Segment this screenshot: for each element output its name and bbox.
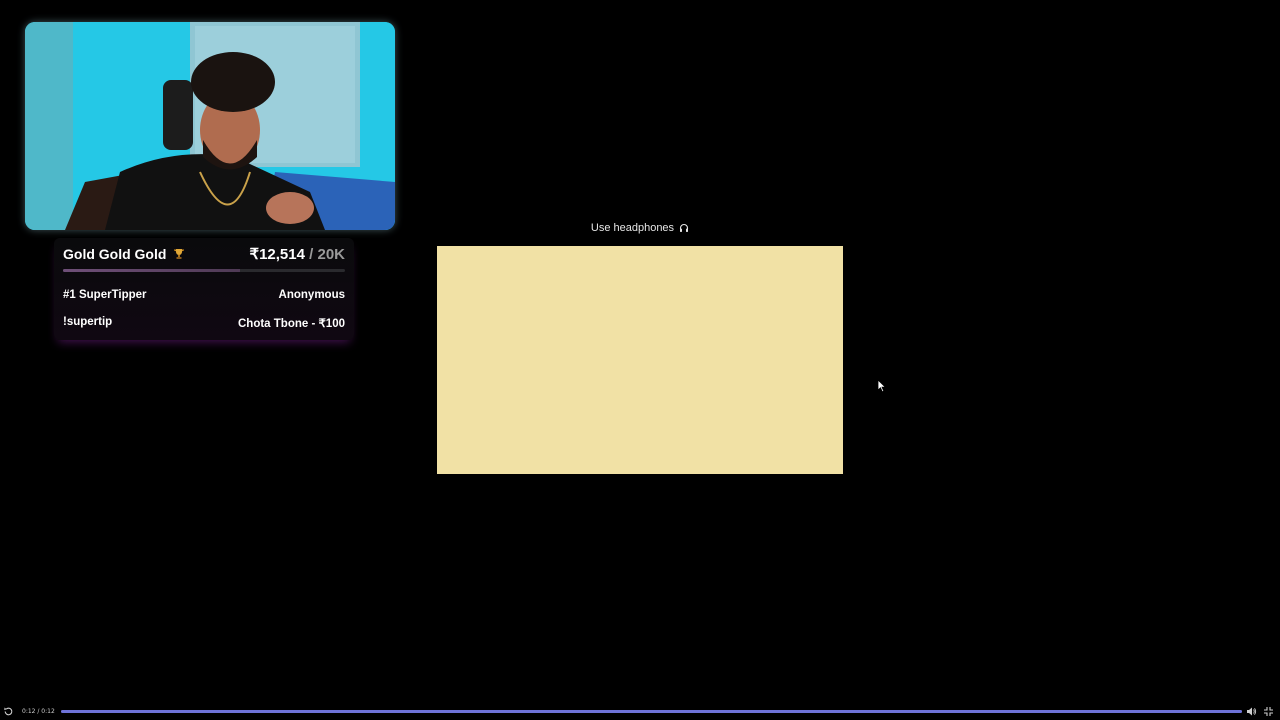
- seek-bar[interactable]: [61, 710, 1242, 713]
- headphones-notice-text: Use headphones: [590, 222, 675, 234]
- tip-goal-widget: Gold Gold Gold ₹12,514 / 20K #1 SuperTip…: [54, 238, 354, 340]
- playback-time: 0:12 / 0:12: [22, 708, 55, 715]
- headphones-notice: Use headphones: [437, 222, 843, 234]
- top-tipper-value: Anonymous: [278, 289, 345, 301]
- webcam-image: [25, 22, 395, 230]
- goal-progress-fill: [63, 269, 240, 272]
- goal-amount: ₹12,514 / 20K: [250, 245, 345, 263]
- goal-progress-bar: [63, 269, 345, 272]
- video-player-controls: 0:12 / 0:12: [0, 704, 1280, 720]
- exit-fullscreen-icon[interactable]: [1263, 706, 1274, 717]
- goal-title: Gold Gold Gold: [63, 246, 185, 262]
- seek-bar-fill: [61, 710, 1242, 713]
- volume-icon[interactable]: [1246, 706, 1257, 717]
- supertip-command-label: !supertip: [63, 316, 113, 328]
- headphones-icon: [680, 223, 689, 232]
- top-tipper-label: #1 SuperTipper: [63, 289, 147, 301]
- goal-title-text: Gold Gold Gold: [63, 246, 167, 262]
- embedded-content-area[interactable]: [437, 246, 843, 474]
- goal-target-amount: / 20K: [304, 246, 345, 263]
- webcam-feed: [25, 22, 395, 230]
- mouse-cursor-icon: [877, 379, 887, 393]
- goal-current-amount: ₹12,514: [249, 246, 305, 263]
- supertip-command-row: !supertip Chota Tbone - ₹100: [63, 316, 345, 330]
- top-tipper-row: #1 SuperTipper Anonymous: [63, 289, 345, 301]
- replay-icon[interactable]: [3, 706, 14, 717]
- trophy-icon: [174, 249, 185, 259]
- supertip-command-value: Chota Tbone - ₹100: [238, 318, 345, 330]
